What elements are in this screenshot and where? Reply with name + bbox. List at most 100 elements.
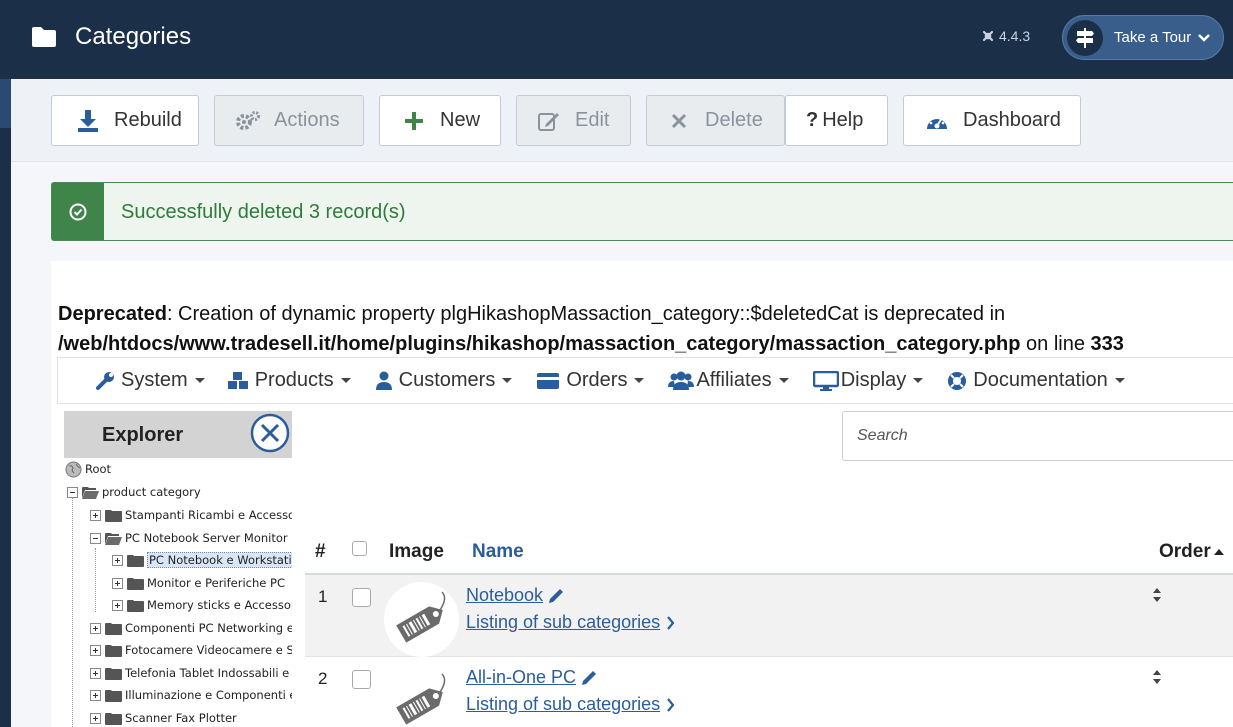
expand-icon[interactable] bbox=[90, 712, 101, 724]
expand-icon[interactable] bbox=[112, 599, 123, 611]
warning-label: Deprecated bbox=[58, 303, 167, 325]
delete-button[interactable]: Delete bbox=[646, 95, 785, 146]
sort-up-icon bbox=[1213, 549, 1224, 555]
check-circle-icon bbox=[69, 203, 87, 220]
pencil-icon[interactable] bbox=[580, 669, 598, 687]
tree-node[interactable]: Scanner Fax Plotter bbox=[90, 708, 237, 727]
select-all-checkbox[interactable] bbox=[352, 541, 367, 556]
new-label: New bbox=[440, 109, 481, 131]
menu-orders-label: Orders bbox=[566, 369, 628, 391]
tree-node-root[interactable]: Root bbox=[65, 461, 111, 479]
table-row: 2 All-in-One PC Listing of sub categorie… bbox=[305, 657, 1233, 727]
credit-card-icon bbox=[536, 372, 560, 390]
tree-node[interactable]: Stampanti Ricambi e Accesso bbox=[90, 505, 292, 525]
pencil-icon[interactable] bbox=[547, 587, 565, 605]
tree-label: Componenti PC Networking e bbox=[125, 621, 292, 635]
tree-label: PC Notebook e Workstatio bbox=[147, 552, 292, 568]
folder-icon bbox=[105, 509, 122, 522]
question-icon: ? bbox=[806, 109, 819, 131]
collapse-icon[interactable] bbox=[67, 486, 78, 498]
subcategories-link[interactable]: Listing of sub categories bbox=[466, 694, 675, 715]
globe-icon bbox=[65, 461, 82, 477]
collapse-icon[interactable] bbox=[90, 532, 101, 544]
expand-icon[interactable] bbox=[90, 644, 101, 656]
menu-customers[interactable]: Customers bbox=[375, 369, 513, 392]
menu-system[interactable]: System bbox=[95, 369, 205, 392]
explorer-title: Explorer bbox=[102, 424, 184, 446]
table-row: 1 Notebook Listing of sub categories bbox=[305, 575, 1233, 657]
subcategories-link[interactable]: Listing of sub categories bbox=[466, 612, 675, 633]
search-input[interactable]: Search bbox=[842, 411, 1233, 461]
expand-icon[interactable] bbox=[90, 509, 101, 521]
folder-icon bbox=[32, 27, 56, 47]
menu-products[interactable]: Products bbox=[227, 369, 351, 392]
dashboard-button[interactable]: Dashboard bbox=[903, 95, 1081, 146]
tree-node[interactable]: Fotocamere Videocamere e S bbox=[90, 640, 292, 660]
toolbar: Rebuild Actions New Edit Delete ? Help D… bbox=[11, 79, 1233, 162]
download-icon bbox=[74, 109, 102, 133]
folder-icon bbox=[127, 554, 144, 567]
expand-icon[interactable] bbox=[90, 622, 101, 634]
tree-label: Scanner Fax Plotter bbox=[125, 711, 237, 725]
col-order[interactable]: Order bbox=[1159, 541, 1225, 563]
take-a-tour-label: Take a Tour bbox=[1114, 29, 1192, 46]
folder-icon bbox=[105, 689, 122, 702]
menu-orders[interactable]: Orders bbox=[536, 369, 645, 392]
gears-icon bbox=[234, 110, 262, 132]
caret-down-icon bbox=[913, 378, 924, 383]
expand-icon[interactable] bbox=[90, 689, 101, 701]
menu-affiliates[interactable]: Affiliates bbox=[668, 369, 789, 392]
row-checkbox[interactable] bbox=[352, 588, 371, 607]
joomla-icon bbox=[982, 30, 994, 42]
reorder-icon[interactable] bbox=[1152, 586, 1162, 604]
tree-label: Memory sticks e Accessor bbox=[147, 598, 292, 612]
tree-node[interactable]: Monitor e Periferiche PC bbox=[112, 573, 285, 593]
hikashop-menubar: System Products Customers Orders Affilia… bbox=[57, 357, 1233, 404]
tree-line bbox=[95, 548, 96, 612]
edit-button[interactable]: Edit bbox=[516, 95, 631, 146]
menu-display[interactable]: Display bbox=[812, 369, 924, 392]
new-button[interactable]: New bbox=[379, 95, 501, 146]
left-sidebar-strip bbox=[0, 0, 11, 727]
category-name-link[interactable]: All-in-One PC bbox=[466, 667, 598, 688]
col-name[interactable]: Name bbox=[472, 541, 524, 563]
expand-icon[interactable] bbox=[112, 577, 123, 589]
row-checkbox[interactable] bbox=[352, 670, 371, 689]
rebuild-button[interactable]: Rebuild bbox=[51, 95, 199, 146]
rebuild-label: Rebuild bbox=[114, 109, 182, 131]
help-button[interactable]: ? Help bbox=[785, 95, 888, 146]
actions-button[interactable]: Actions bbox=[214, 95, 364, 146]
expand-icon[interactable] bbox=[90, 667, 101, 679]
caret-down-icon bbox=[1114, 378, 1125, 383]
deprecation-warning: Deprecated: Creation of dynamic property… bbox=[58, 299, 1124, 359]
folder-icon bbox=[127, 577, 144, 590]
take-a-tour-button[interactable]: Take a Tour bbox=[1062, 15, 1224, 60]
tree-node[interactable]: Illuminazione e Componenti e bbox=[90, 685, 292, 705]
tree-node[interactable]: PC Notebook Server Monitor bbox=[90, 528, 288, 548]
tree-node[interactable]: Telefonia Tablet Indossabili e bbox=[90, 663, 289, 683]
tree-node[interactable]: Memory sticks e Accessor bbox=[112, 595, 292, 615]
category-image bbox=[384, 664, 459, 727]
expand-icon[interactable] bbox=[112, 554, 123, 566]
close-explorer-icon[interactable] bbox=[250, 413, 290, 453]
menu-documentation[interactable]: Documentation bbox=[947, 369, 1125, 392]
life-ring-icon bbox=[947, 371, 967, 391]
tree-node[interactable]: Componenti PC Networking e bbox=[90, 618, 292, 638]
version-label: 4.4.3 bbox=[981, 28, 1030, 44]
tree-node-product-category[interactable]: product category bbox=[67, 482, 201, 502]
top-header: Categories 4.4.3 Take a Tour bbox=[11, 0, 1233, 79]
edit-label: Edit bbox=[575, 109, 610, 131]
table-header: # Image Name Order bbox=[305, 531, 1233, 575]
col-order-label: Order bbox=[1159, 541, 1211, 562]
users-icon bbox=[668, 371, 695, 391]
edit-icon bbox=[535, 110, 563, 132]
reorder-icon[interactable] bbox=[1152, 668, 1162, 686]
tree-node-selected[interactable]: PC Notebook e Workstatio bbox=[112, 550, 292, 570]
subcategories-label: Listing of sub categories bbox=[466, 694, 661, 714]
content-area: Deprecated: Creation of dynamic property… bbox=[51, 261, 1233, 727]
folder-icon bbox=[105, 712, 122, 725]
category-tree: Root product category Stampanti Ricambi … bbox=[64, 461, 292, 727]
folder-open-icon bbox=[82, 486, 99, 499]
category-name-link[interactable]: Notebook bbox=[466, 585, 565, 606]
folder-icon bbox=[127, 599, 144, 612]
